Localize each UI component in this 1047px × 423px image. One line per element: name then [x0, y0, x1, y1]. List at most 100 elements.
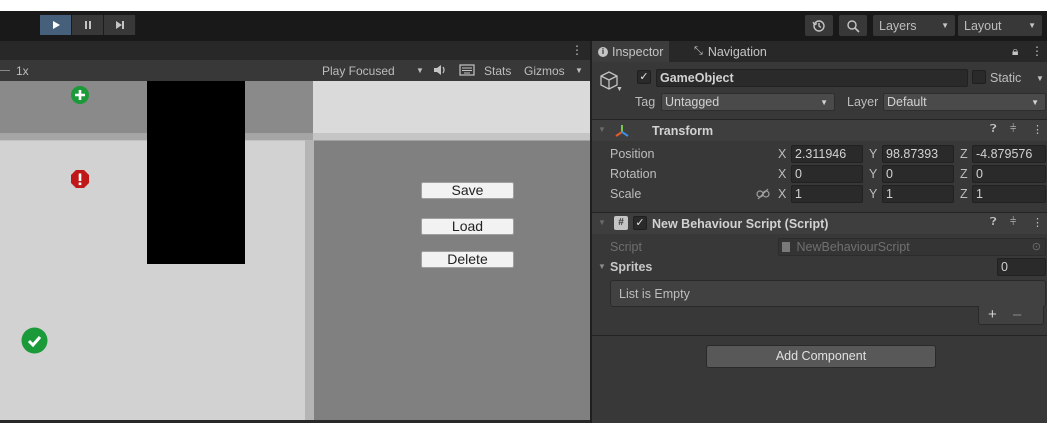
tab-navigation[interactable]: ⤡ Navigation — [688, 41, 773, 62]
black-sprite — [147, 81, 245, 264]
empty-list-text: List is Empty — [619, 287, 690, 301]
undo-history-button[interactable] — [805, 15, 833, 36]
chevron-down-icon[interactable]: ▼ — [575, 66, 583, 75]
list-add-remove-controls: + – — [978, 306, 1044, 325]
layers-dropdown[interactable]: Layers ▼ — [873, 15, 955, 36]
info-icon: i — [598, 46, 608, 57]
scale-z-field[interactable]: 1 — [972, 185, 1046, 203]
play-focused-dropdown[interactable]: Play Focused — [322, 64, 395, 78]
plus-icon — [71, 86, 89, 104]
search-icon — [847, 19, 860, 33]
load-button[interactable]: Load — [421, 218, 514, 235]
scale-label: 1x — [16, 64, 29, 78]
tag-dropdown[interactable]: Untagged ▼ — [661, 93, 835, 111]
sprites-list-box: List is Empty — [610, 280, 1046, 307]
tab-inspector[interactable]: i Inspector — [592, 41, 670, 62]
layout-label: Layout — [964, 18, 1002, 33]
pause-button[interactable] — [72, 15, 104, 35]
step-button[interactable] — [104, 15, 136, 35]
script-component-header[interactable]: ▼ # ✓ New Behaviour Script (Script) ❓︎ ⫩… — [592, 212, 1047, 234]
static-checkbox[interactable] — [972, 70, 986, 84]
help-icon[interactable]: ❓︎ — [990, 123, 997, 136]
layer-dropdown[interactable]: Default ▼ — [883, 93, 1046, 111]
script-reference-field: NewBehaviourScript ⊙ — [778, 238, 1046, 256]
position-z-field[interactable]: -4.879576 — [972, 145, 1046, 163]
script-file-icon: # — [614, 216, 628, 230]
scale-slider[interactable] — [0, 70, 10, 71]
game-render-area[interactable]: Save Load Delete — [0, 81, 590, 420]
kebab-menu-icon[interactable]: ⋮ — [1031, 44, 1043, 58]
chevron-down-icon[interactable]: ▼ — [616, 86, 623, 93]
kebab-menu-icon[interactable]: ⋮ — [1032, 216, 1043, 229]
rotation-z-field[interactable]: 0 — [972, 165, 1046, 183]
pause-icon — [84, 21, 91, 29]
layout-dropdown[interactable]: Layout ▼ — [958, 15, 1042, 36]
tab-inspector-label: Inspector — [612, 44, 664, 59]
save-button[interactable]: Save — [421, 182, 514, 199]
axis-y-label: Y — [869, 147, 878, 161]
keyboard-icon[interactable] — [459, 64, 475, 79]
axis-y-label: Y — [869, 167, 878, 181]
script-label: Script — [610, 240, 642, 254]
position-label: Position — [610, 147, 655, 161]
rotation-x-field[interactable]: 0 — [791, 165, 863, 183]
delete-button[interactable]: Delete — [421, 251, 514, 268]
axis-x-label: X — [778, 167, 787, 181]
object-picker-icon: ⊙ — [1031, 241, 1041, 253]
active-checkbox[interactable]: ✓ — [637, 70, 651, 84]
settings-sliders-icon[interactable]: ⫩ — [1010, 216, 1016, 229]
position-y-field[interactable]: 98.87393 — [882, 145, 954, 163]
chevron-down-icon: ▼ — [941, 21, 949, 30]
search-button[interactable] — [839, 15, 867, 36]
axis-z-label: Z — [960, 187, 968, 201]
lock-icon[interactable]: 🔒︎ — [1012, 44, 1018, 59]
play-button[interactable] — [40, 15, 72, 35]
script-value: NewBehaviourScript — [796, 240, 910, 254]
gameobject-name-field[interactable]: GameObject — [656, 69, 968, 87]
add-element-button[interactable]: + — [988, 306, 997, 323]
layers-label: Layers — [879, 18, 917, 33]
tag-label: Tag — [635, 95, 656, 109]
help-icon[interactable]: ❓︎ — [990, 216, 997, 229]
tab-navigation-label: Navigation — [707, 44, 767, 59]
chevron-down-icon: ▼ — [1028, 21, 1036, 30]
gizmos-button[interactable]: Gizmos — [524, 64, 565, 78]
layer-value: Default — [887, 95, 927, 109]
scale-x-field[interactable]: 1 — [791, 185, 863, 203]
navigation-icon: ⤡ — [694, 45, 703, 57]
constrain-proportions-icon[interactable] — [756, 188, 770, 200]
play-icon — [52, 21, 60, 29]
script-enabled-checkbox[interactable]: ✓ — [633, 216, 647, 230]
add-component-button[interactable]: Add Component — [706, 345, 936, 368]
position-x-field[interactable]: 2.311946 — [791, 145, 863, 163]
main-toolbar: Layers ▼ Layout ▼ — [0, 11, 1047, 41]
layer-label: Layer — [847, 95, 879, 109]
static-label: Static — [990, 71, 1022, 85]
chevron-down-icon: ▼ — [1031, 98, 1039, 107]
tile-shadow — [305, 140, 314, 420]
axis-x-label: X — [778, 187, 787, 201]
rotation-y-field[interactable]: 0 — [882, 165, 954, 183]
script-file-icon — [782, 242, 790, 252]
inspector-tabbar: i Inspector ⤡ Navigation 🔒︎ ⋮ — [592, 41, 1047, 62]
foldout-arrow-icon[interactable]: ▼ — [598, 262, 606, 271]
script-component-title: New Behaviour Script (Script) — [652, 217, 829, 231]
chevron-down-icon[interactable]: ▼ — [416, 66, 424, 75]
scale-y-field[interactable]: 1 — [882, 185, 954, 203]
background-tile — [313, 81, 590, 140]
scale-label: Scale — [610, 187, 642, 201]
history-icon — [812, 19, 825, 32]
mute-audio-icon[interactable] — [433, 64, 447, 79]
kebab-menu-icon[interactable]: ⋮ — [1032, 123, 1043, 136]
divider — [592, 335, 1047, 336]
sprites-count-field[interactable]: 0 — [997, 258, 1046, 276]
step-icon — [115, 21, 124, 29]
remove-element-button[interactable]: – — [1013, 306, 1021, 323]
transform-header[interactable]: ▼ Transform ❓︎ ⫩ ⋮ — [592, 119, 1047, 141]
sprites-label[interactable]: Sprites — [610, 260, 652, 274]
chevron-down-icon[interactable]: ▼ — [1036, 74, 1044, 83]
chevron-down-icon: ▼ — [820, 98, 828, 107]
settings-sliders-icon[interactable]: ⫩ — [1010, 123, 1016, 136]
kebab-menu-icon[interactable]: ⋮ — [571, 43, 583, 57]
stats-button[interactable]: Stats — [484, 64, 511, 78]
